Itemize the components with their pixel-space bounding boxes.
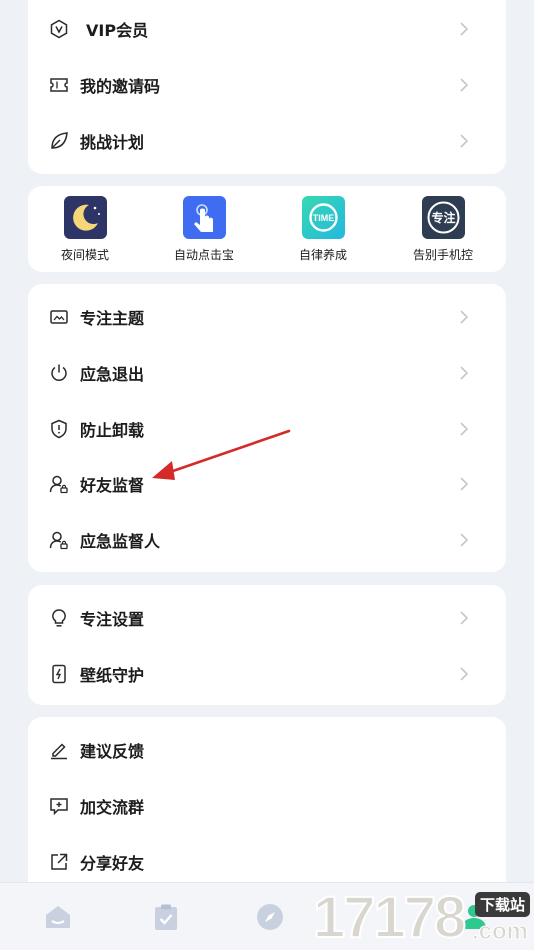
share-friends-label: 分享好友 — [80, 854, 145, 873]
protection-card: 专注主题 应急退出 防止卸载 好友监督 应急监督人 — [28, 284, 506, 572]
join-group-label: 加交流群 — [80, 798, 145, 817]
farewell-phone-label: 告别手机控 — [412, 248, 473, 262]
night-mode-tool[interactable]: 夜间模式 — [30, 196, 140, 266]
chevron-right-icon — [460, 667, 469, 681]
focus-icon-text: 专注 — [431, 210, 455, 225]
focus-settings-label: 专注设置 — [80, 610, 145, 629]
user-lock-icon — [48, 529, 70, 551]
tools-card: 夜间模式 自动点击宝 TIME 自律养成 专注 告别手机控 — [28, 186, 506, 272]
chevron-right-icon — [460, 477, 469, 491]
pencil-icon — [48, 739, 70, 761]
auto-click-label: 自动点击宝 — [173, 248, 234, 262]
shield-icon — [48, 418, 70, 440]
auto-click-icon — [182, 196, 226, 239]
watermark-logo: 17178 下载站 .com — [305, 885, 534, 950]
chat-plus-icon — [48, 795, 70, 817]
vip-member-row[interactable]: VIP会员 — [28, 1, 506, 57]
friend-supervision-row[interactable]: 好友监督 — [28, 456, 506, 512]
challenge-plan-label: 挑战计划 — [80, 133, 145, 152]
vip-member-label: VIP会员 — [86, 21, 149, 40]
community-card: 建议反馈 加交流群 分享好友 — [28, 717, 506, 897]
prevent-uninstall-label: 防止卸载 — [80, 421, 145, 440]
chevron-right-icon — [460, 134, 469, 148]
vip-badge-icon — [48, 18, 70, 40]
home-icon — [46, 906, 70, 928]
chevron-right-icon — [460, 78, 469, 92]
feedback-row[interactable]: 建议反馈 — [28, 722, 506, 778]
focus-theme-label: 专注主题 — [80, 309, 145, 328]
settings-card: 专注设置 壁纸守护 — [28, 585, 506, 705]
picture-icon — [48, 306, 70, 328]
chevron-right-icon — [460, 366, 469, 380]
ticket-icon — [48, 74, 70, 96]
join-group-row[interactable]: 加交流群 — [28, 778, 506, 834]
emergency-exit-label: 应急退出 — [80, 365, 145, 384]
user-lock-icon — [48, 473, 70, 495]
self-discipline-label: 自律养成 — [298, 248, 347, 262]
tab-home[interactable] — [42, 901, 74, 933]
wallpaper-guard-label: 壁纸守护 — [80, 666, 145, 685]
leaf-icon — [48, 130, 70, 152]
share-icon — [48, 851, 70, 873]
wallpaper-guard-row[interactable]: 壁纸守护 — [28, 646, 506, 702]
chevron-right-icon — [460, 533, 469, 547]
tab-tasks[interactable] — [150, 901, 182, 933]
invite-code-row[interactable]: 我的邀请码 — [28, 57, 506, 113]
prevent-uninstall-row[interactable]: 防止卸载 — [28, 401, 506, 457]
chevron-right-icon — [460, 611, 469, 625]
chevron-right-icon — [460, 310, 469, 324]
self-discipline-tool[interactable]: TIME 自律养成 — [268, 196, 378, 266]
feedback-label: 建议反馈 — [80, 742, 145, 761]
account-card: VIP会员 我的邀请码 挑战计划 — [28, 0, 506, 174]
emergency-exit-row[interactable]: 应急退出 — [28, 345, 506, 401]
chevron-right-icon — [460, 22, 469, 36]
clipboard-check-icon — [155, 904, 177, 930]
chevron-right-icon — [460, 422, 469, 436]
phone-bolt-icon — [48, 663, 70, 685]
invite-code-label: 我的邀请码 — [80, 77, 161, 96]
farewell-phone-tool[interactable]: 专注 告别手机控 — [388, 196, 498, 266]
focus-icon: 专注 — [421, 196, 465, 239]
time-icon: TIME — [301, 196, 345, 239]
emergency-supervisor-row[interactable]: 应急监督人 — [28, 512, 506, 568]
compass-icon — [257, 904, 283, 930]
time-icon-text: TIME — [312, 213, 334, 223]
focus-settings-row[interactable]: 专注设置 — [28, 590, 506, 646]
emergency-supervisor-label: 应急监督人 — [80, 532, 161, 551]
bulb-icon — [48, 607, 70, 629]
focus-theme-row[interactable]: 专注主题 — [28, 289, 506, 345]
friend-supervision-label: 好友监督 — [80, 476, 145, 495]
watermark-badge: 下载站 — [474, 892, 530, 917]
night-mode-icon — [63, 196, 107, 239]
night-mode-label: 夜间模式 — [60, 248, 109, 262]
watermark-suffix: .com — [471, 918, 528, 946]
power-icon — [48, 362, 70, 384]
watermark-digits: 17178 — [312, 885, 467, 950]
auto-click-tool[interactable]: 自动点击宝 — [149, 196, 259, 266]
tab-discover[interactable] — [254, 901, 286, 933]
challenge-plan-row[interactable]: 挑战计划 — [28, 113, 506, 169]
